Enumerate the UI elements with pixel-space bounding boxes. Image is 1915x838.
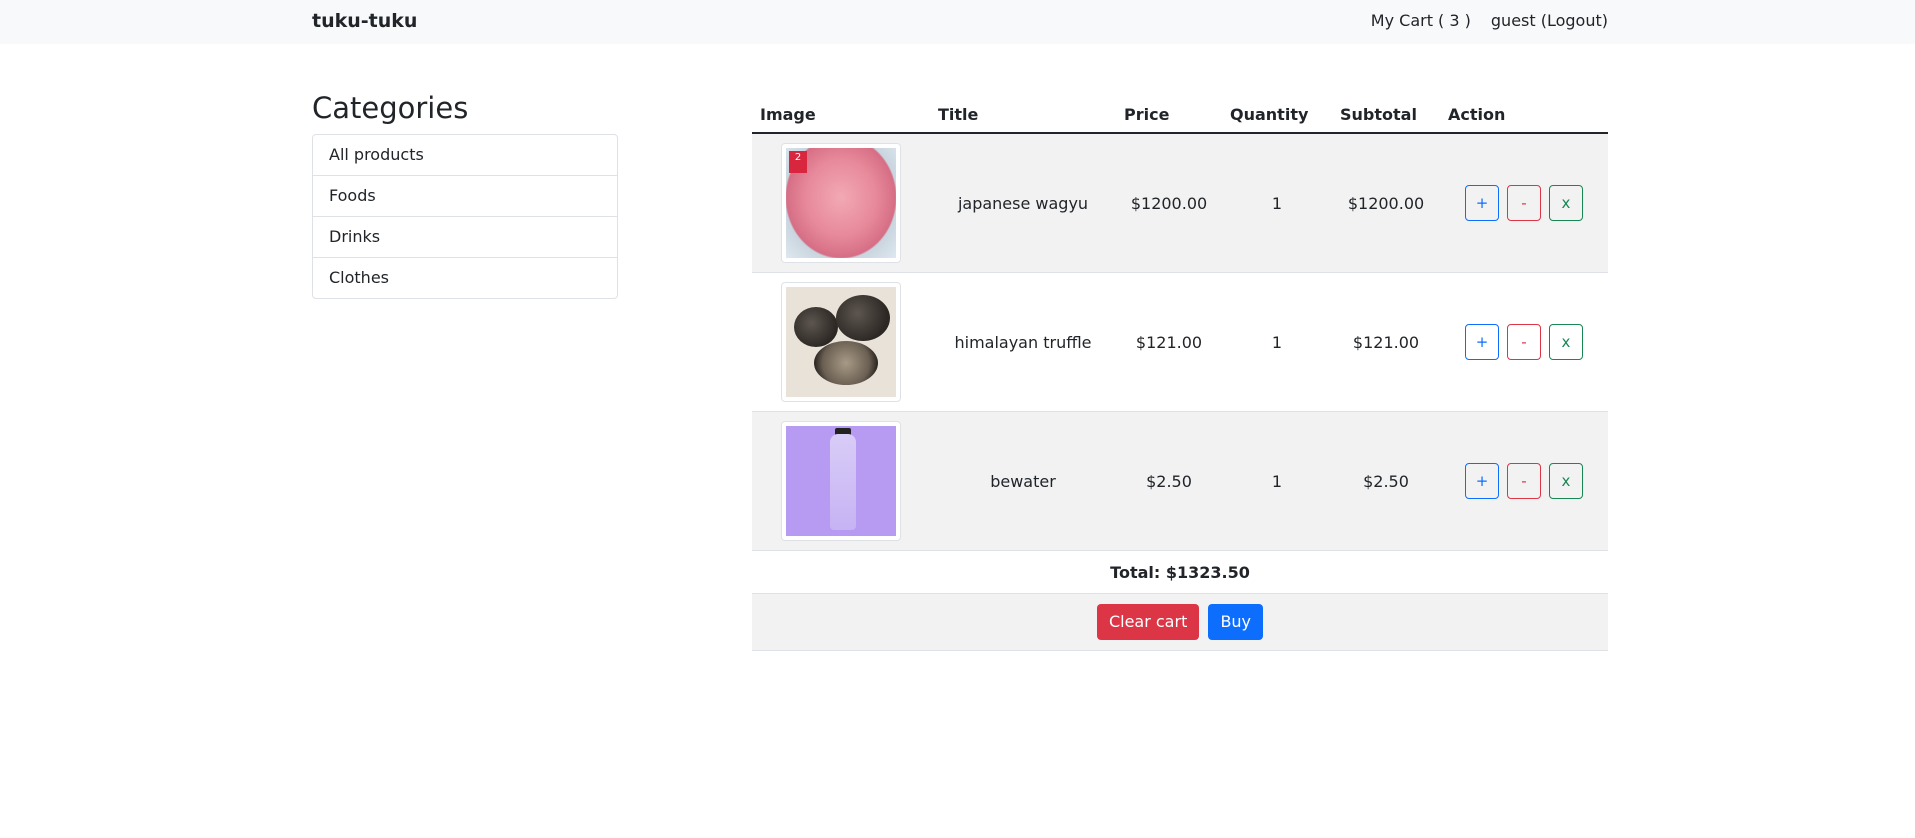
category-all-products[interactable]: All products [313,135,617,175]
item-quantity: 1 [1222,272,1332,412]
pack-badge: 2 [789,151,807,173]
category-clothes[interactable]: Clothes [313,257,617,298]
remove-item-button[interactable]: x [1549,324,1583,360]
decrease-quantity-button[interactable]: - [1507,463,1541,499]
decrease-quantity-button[interactable]: - [1507,185,1541,221]
nav-links: My Cart ( 3 ) guest (Logout) [1371,11,1608,30]
item-quantity: 1 [1222,133,1332,273]
cart-table: Image Title Price Quantity Subtotal Acti… [752,96,1608,651]
item-title: himalayan truffle [930,272,1116,412]
my-cart-link[interactable]: My Cart ( 3 ) [1371,11,1471,30]
increase-quantity-button[interactable]: + [1465,463,1499,499]
header-action: Action [1440,96,1608,134]
header-quantity: Quantity [1222,96,1332,134]
buy-button[interactable]: Buy [1208,604,1264,640]
item-quantity: 1 [1222,411,1332,551]
decrease-quantity-button[interactable]: - [1507,324,1541,360]
increase-quantity-button[interactable]: + [1465,185,1499,221]
categories-heading: Categories [312,91,469,125]
product-thumbnail [781,282,901,402]
item-title: japanese wagyu [930,133,1116,273]
category-foods[interactable]: Foods [313,175,617,216]
item-actions: + - x [1441,324,1607,360]
item-subtotal: $1200.00 [1332,133,1440,273]
categories-list: All products Foods Drinks Clothes [312,134,618,299]
cart-total: Total: $1323.50 [752,550,1608,594]
cart-row: himalayan truffle $121.00 1 $121.00 + - … [752,272,1608,412]
product-thumbnail [781,421,901,541]
categories-sidebar: Categories All products Foods Drinks Clo… [312,90,618,299]
item-subtotal: $2.50 [1332,411,1440,551]
category-drinks[interactable]: Drinks [313,216,617,257]
product-thumbnail: 2 [781,143,901,263]
header-price: Price [1116,96,1222,134]
header-subtotal: Subtotal [1332,96,1440,134]
item-subtotal: $121.00 [1332,272,1440,412]
cart-row: 2 japanese wagyu $1200.00 1 $1200.00 + -… [752,133,1608,273]
item-actions: + - x [1441,185,1607,221]
total-row: Total: $1323.50 [752,550,1608,594]
brand-logo[interactable]: tuku-tuku [312,10,417,32]
header-title: Title [930,96,1116,134]
cart-section: Image Title Price Quantity Subtotal Acti… [752,96,1608,651]
wagyu-image: 2 [786,148,896,258]
item-actions: + - x [1441,463,1607,499]
increase-quantity-button[interactable]: + [1465,324,1499,360]
remove-item-button[interactable]: x [1549,463,1583,499]
item-title: bewater [930,411,1116,551]
cart-row: bewater $2.50 1 $2.50 + - x [752,411,1608,551]
item-price: $2.50 [1116,411,1222,551]
truffle-image [786,287,896,397]
navbar: tuku-tuku My Cart ( 3 ) guest (Logout) [0,0,1915,44]
water-bottle-image [786,426,896,536]
item-price: $121.00 [1116,272,1222,412]
header-image: Image [752,96,930,134]
logout-link[interactable]: guest (Logout) [1491,11,1608,30]
cart-actions-row: Clear cart Buy [752,593,1608,651]
item-price: $1200.00 [1116,133,1222,273]
cart-header-row: Image Title Price Quantity Subtotal Acti… [752,96,1608,134]
remove-item-button[interactable]: x [1549,185,1583,221]
clear-cart-button[interactable]: Clear cart [1096,604,1200,640]
